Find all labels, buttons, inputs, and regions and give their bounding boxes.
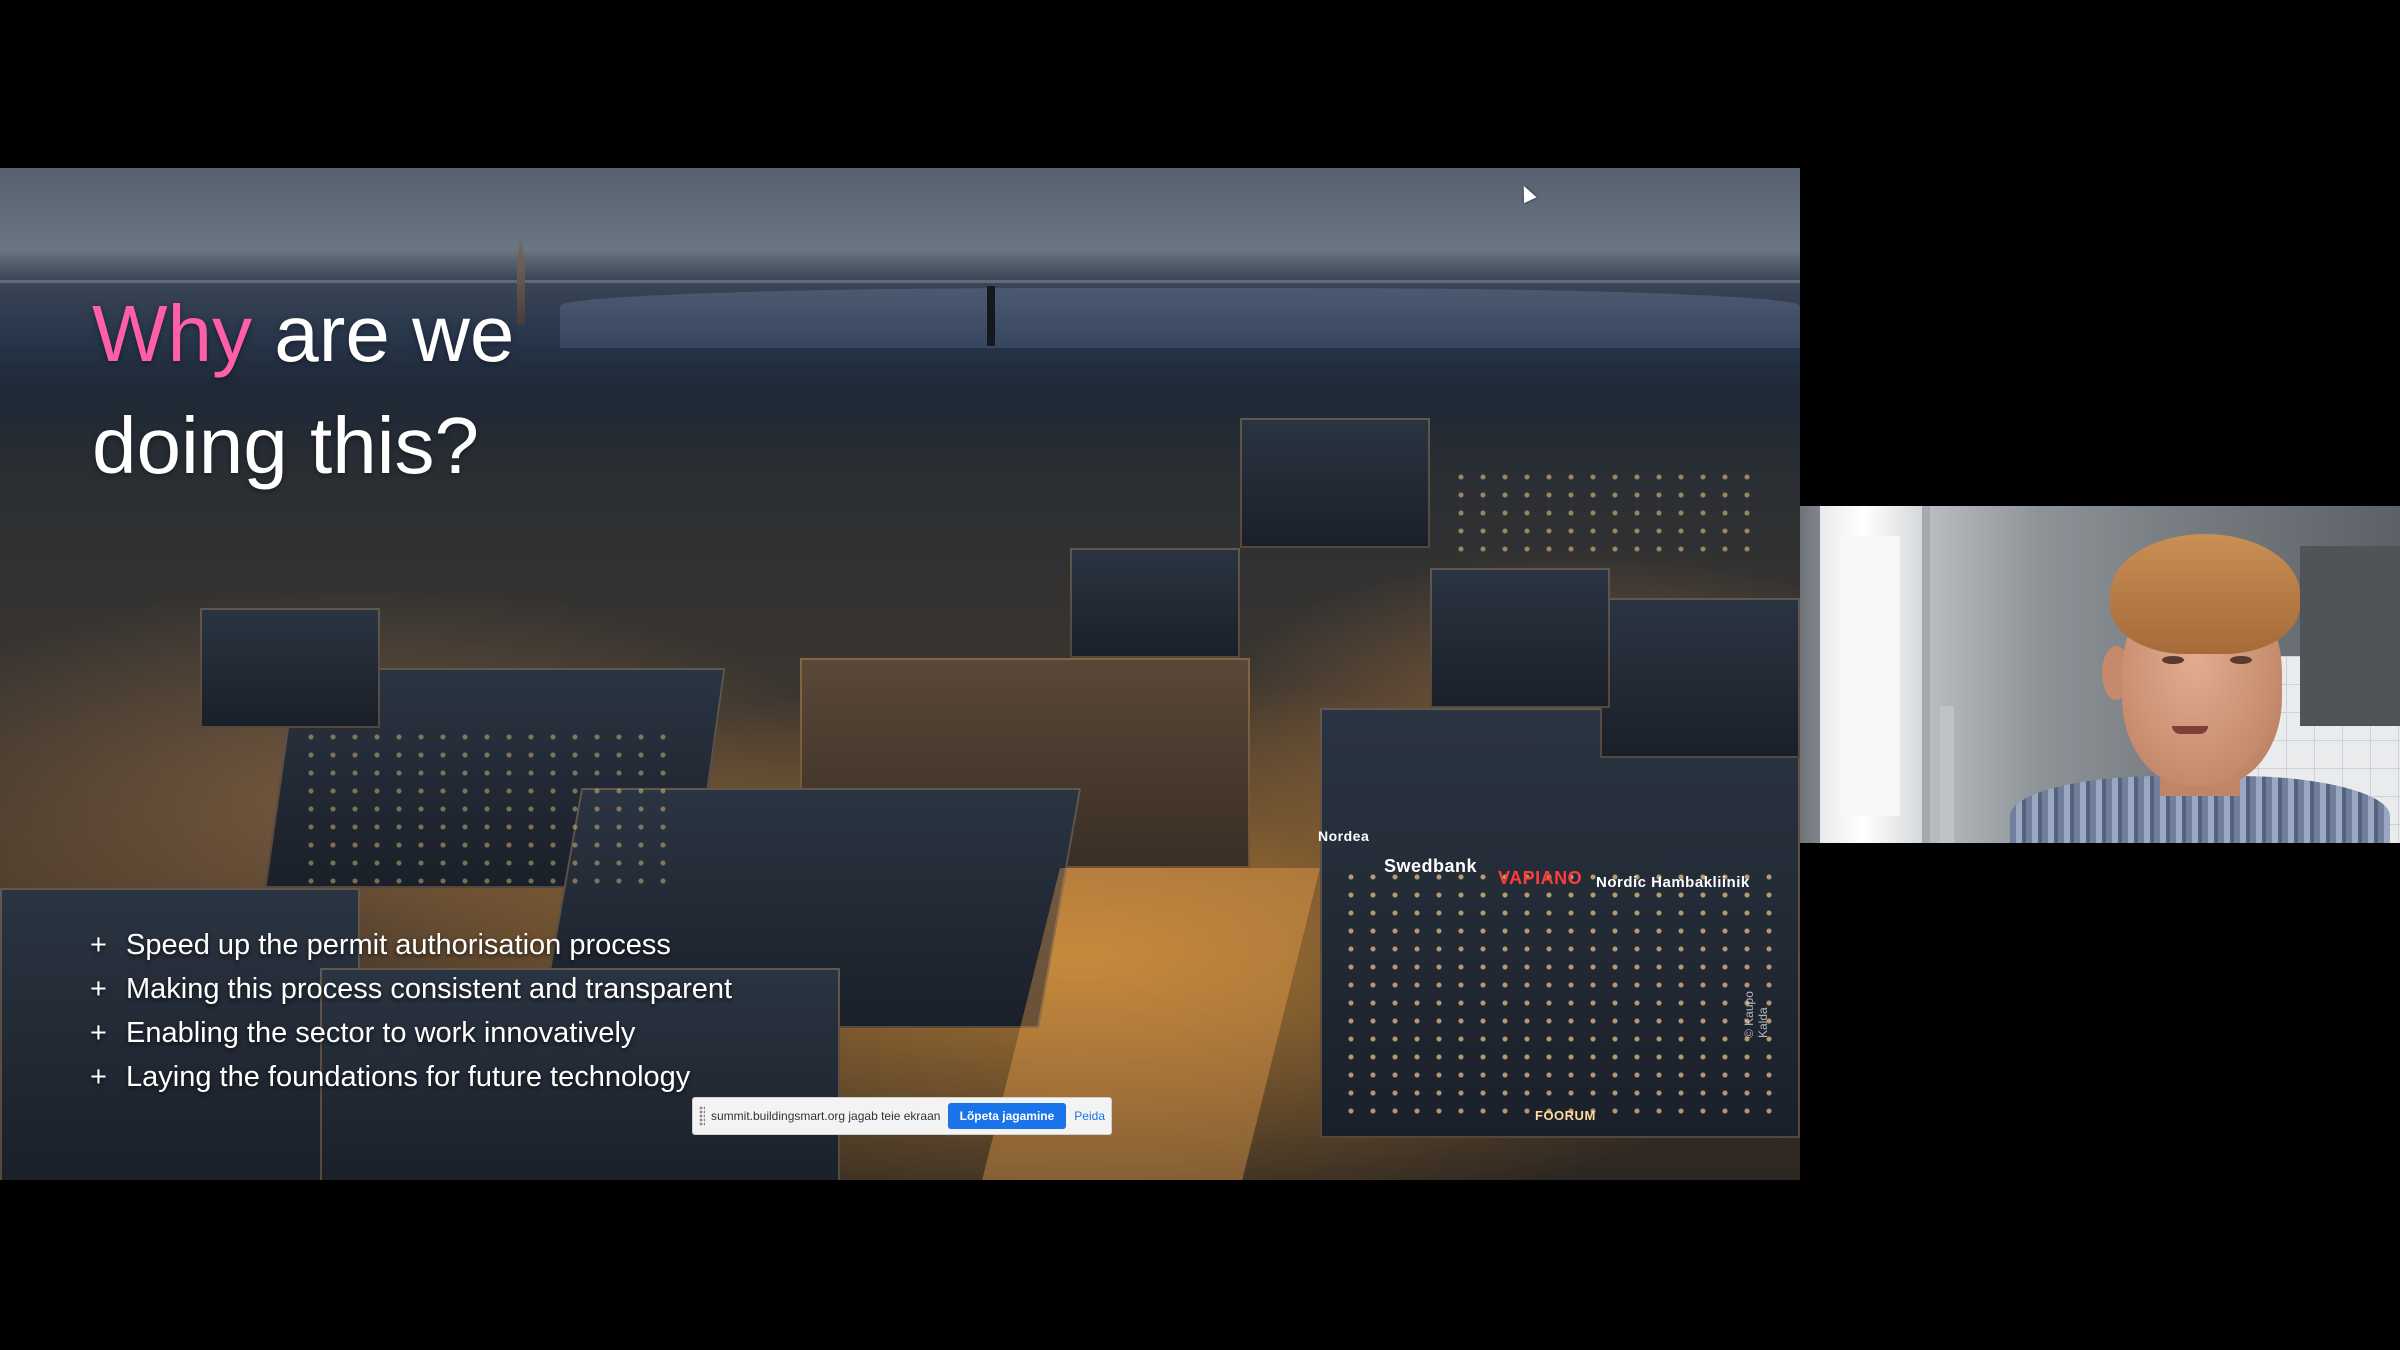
window-lights [1340,868,1780,1118]
plus-icon: + [90,1061,107,1093]
eye [2162,656,2184,664]
title-accent-word: Why [92,289,252,378]
bullet-item: + Making this process consistent and tran… [90,967,732,1011]
nordic-sign: Nordic Hambakliinik [1596,874,1750,891]
title-line1-rest: are we [252,289,515,378]
screen-share-bar: summit.buildingsmart.org jagab teie ekra… [692,1097,1112,1135]
building [1240,418,1430,548]
vapiano-sign: VAPIANO [1498,868,1583,888]
hide-button[interactable]: Peida [1074,1109,1105,1123]
building [1430,568,1610,708]
bullet-item: + Laying the foundations for future techn… [90,1055,732,1099]
swedbank-sign: Swedbank [1384,856,1478,876]
building [1070,548,1240,658]
building [200,608,380,728]
drag-handle-icon[interactable] [699,1106,705,1126]
window-pane [1840,536,1900,816]
bullet-item: + Speed up the permit authorisation proce… [90,923,732,967]
photo-credit: © Kaupo Kalda [1742,991,1770,1038]
plus-icon: + [90,929,107,961]
window-lights [300,728,680,888]
bullet-item: + Enabling the sector to work innovativel… [90,1011,732,1055]
church-spire [517,234,525,324]
title-line2: doing this? [92,401,479,490]
plus-icon: + [90,1017,107,1049]
pipe [1940,706,1954,843]
building [1600,598,1800,758]
eye [2230,656,2252,664]
harbor-lights [1450,468,1750,558]
bullet-list: + Speed up the permit authorisation proce… [90,923,732,1099]
sea [560,288,1800,348]
chimney [987,286,995,346]
stop-sharing-button[interactable]: Lõpeta jagamine [947,1103,1067,1129]
person-hair [2110,534,2300,654]
share-message: summit.buildingsmart.org jagab teie ekra… [711,1109,940,1123]
foorum-sign: FOORUM [1535,1108,1596,1123]
nordea-sign: Nordea [1318,828,1370,844]
participant-video [1800,506,2400,843]
slide-title: Why are we doing this? [92,278,514,502]
shared-slide: Nordea Swedbank VAPIANO Nordic Hambaklii… [0,168,1800,1180]
mouth [2172,726,2208,734]
plus-icon: + [90,973,107,1005]
cabinet [2300,546,2400,726]
